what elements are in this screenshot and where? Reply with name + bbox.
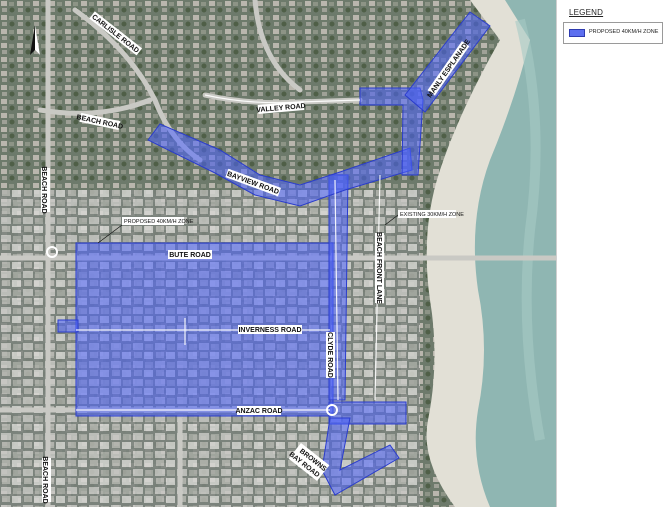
map-canvas: CARLISLE ROAD BEACH ROAD BEACH ROAD BEAC… [0,0,556,507]
label-beach-front-lane: BEACH FRONT LANE [375,232,382,304]
legend-box: PROPOSED 40KM/H ZONE [563,22,663,44]
label-inverness-road: INVERNESS ROAD [238,327,301,334]
label-beach-road-bottom: BEACH ROAD [41,456,48,503]
legend-swatch [569,29,585,37]
annotation-existing-zone: EXISTING 30KM/H ZONE [400,212,464,218]
aerial-map: CARLISLE ROAD BEACH ROAD BEACH ROAD BEAC… [0,0,556,507]
annotation-proposed-zone: PROPOSED 40KM/H ZONE [124,219,194,225]
legend-item-label: PROPOSED 40KM/H ZONE [589,29,659,35]
label-beach-road-left: BEACH ROAD [40,166,47,213]
legend-title: LEGEND [569,8,604,17]
label-anzac-road: ANZAC ROAD [235,408,282,415]
label-clyde-road: CLYDE ROAD [326,332,333,378]
label-bute-road: BUTE ROAD [169,252,211,259]
legend-panel: LEGEND PROPOSED 40KM/H ZONE [556,0,667,507]
